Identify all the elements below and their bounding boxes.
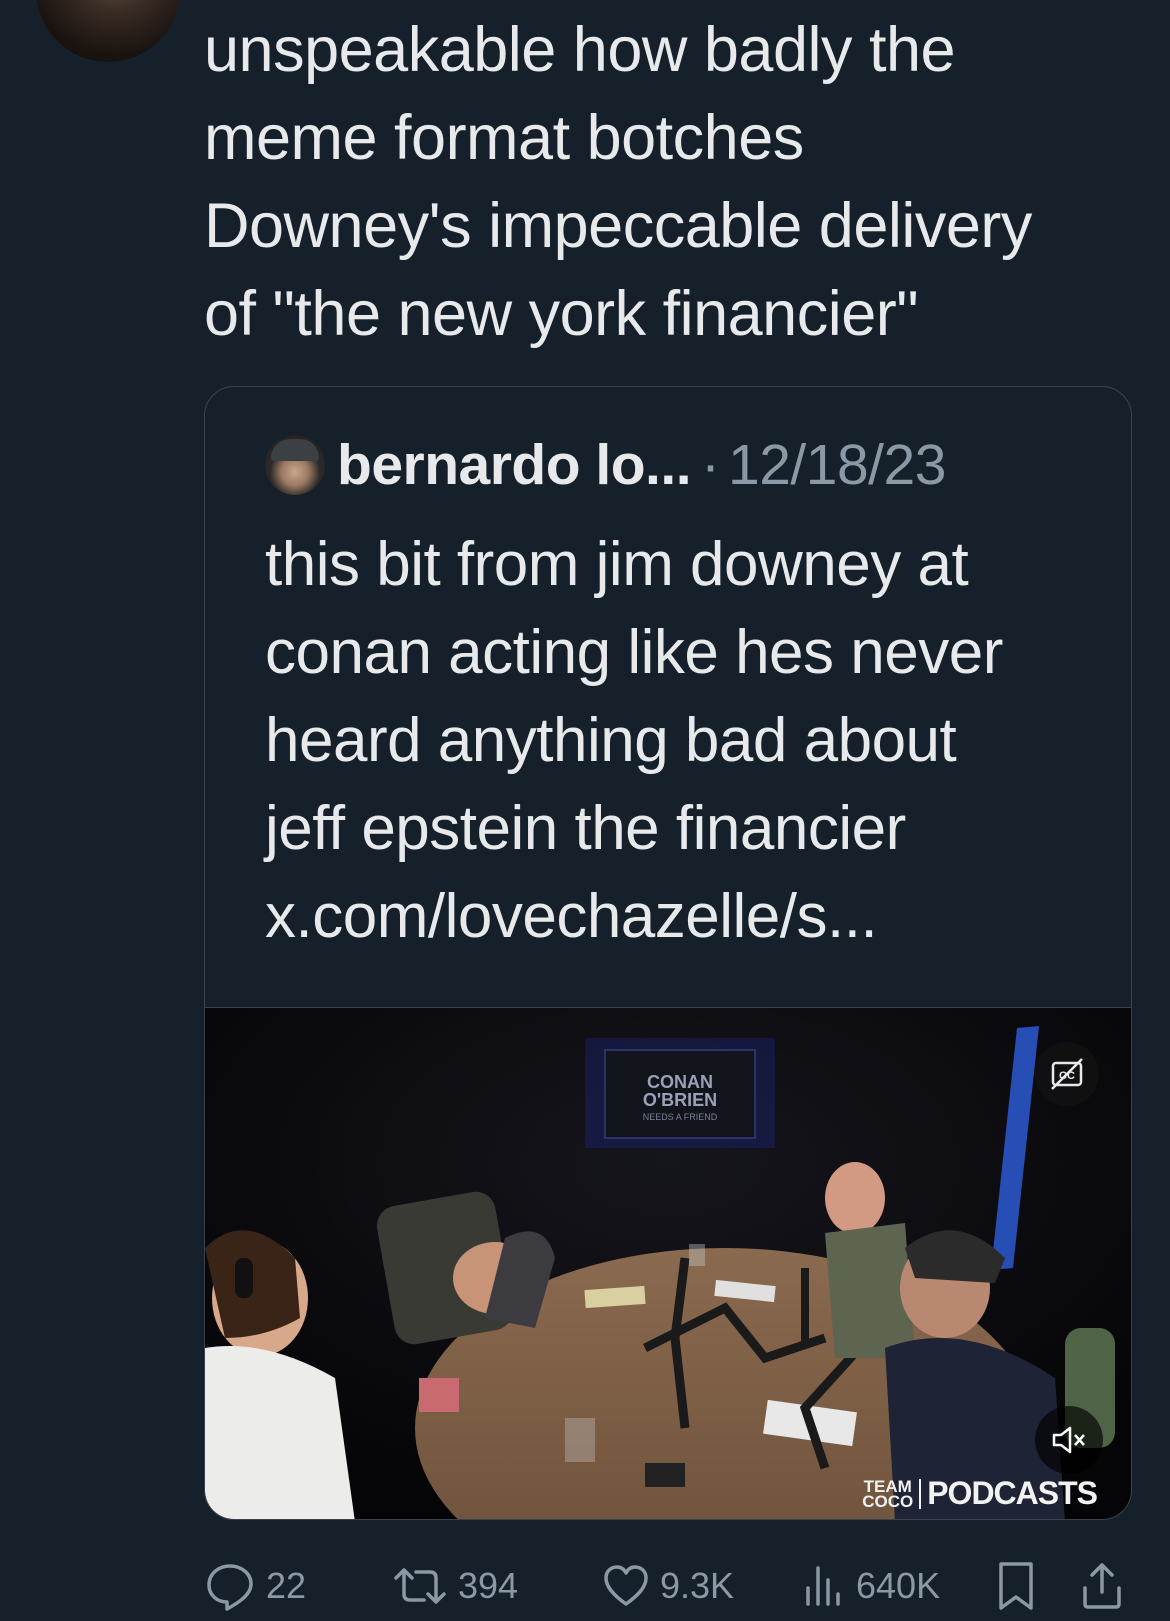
video-watermark: TEAM COCO PODCASTS [862, 1475, 1098, 1512]
bookmark-icon [999, 1562, 1033, 1610]
mute-button[interactable] [1035, 1406, 1103, 1474]
tweet-actions: 22 394 9.3K 640K [204, 1560, 1134, 1612]
quoted-author-name[interactable]: bernardo lo... [337, 432, 692, 498]
video-player[interactable]: CONAN O'BRIEN NEEDS A FRIEND CC TEAM COC… [205, 1007, 1131, 1519]
quoted-tweet-date[interactable]: 12/18/23 [728, 432, 946, 498]
like-count: 9.3K [660, 1565, 735, 1606]
views-button[interactable]: 640K [802, 1560, 940, 1612]
sign-line-2: O'BRIEN [643, 1090, 717, 1110]
reply-count: 22 [266, 1565, 307, 1606]
speaker-muted-icon [1052, 1426, 1085, 1454]
reply-icon [207, 1564, 253, 1611]
share-button[interactable] [1080, 1560, 1134, 1612]
captions-off-icon: CC [1051, 1058, 1083, 1090]
sign-line-3: NEEDS A FRIEND [643, 1112, 718, 1122]
bookmark-button[interactable] [996, 1560, 1046, 1612]
captions-button[interactable]: CC [1035, 1042, 1099, 1106]
share-icon [1083, 1563, 1121, 1609]
quoted-tweet-header: bernardo lo... · 12/18/23 [265, 432, 946, 498]
separator-dot: · [701, 433, 721, 497]
heart-icon [604, 1565, 648, 1606]
tweet-text: unspeakable how badly the meme format bo… [204, 15, 1032, 349]
repost-icon [394, 1568, 446, 1604]
quoted-author-avatar[interactable] [265, 435, 325, 495]
watermark-podcasts: PODCASTS [927, 1475, 1098, 1511]
views-chart-icon [806, 1566, 840, 1606]
quoted-tweet-text: this bit from jim downey at conan acting… [265, 530, 1003, 951]
watermark-team-coco: TEAM COCO [862, 1478, 922, 1510]
reply-button[interactable]: 22 [204, 1560, 306, 1612]
views-count: 640K [856, 1565, 941, 1606]
repost-button[interactable]: 394 [392, 1560, 518, 1612]
sign-line-1: CONAN [647, 1072, 713, 1092]
video-frame: CONAN O'BRIEN NEEDS A FRIEND [205, 1008, 1131, 1519]
quoted-tweet-card[interactable]: bernardo lo... · 12/18/23 this bit from … [204, 386, 1132, 1520]
repost-count: 394 [458, 1565, 519, 1606]
like-button[interactable]: 9.3K [602, 1560, 734, 1612]
author-avatar[interactable] [36, 0, 180, 62]
